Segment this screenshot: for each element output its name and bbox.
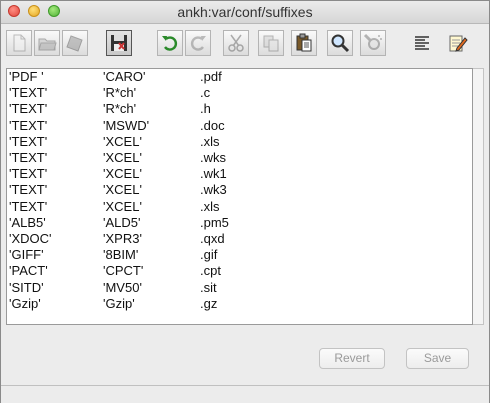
extension: .gz <box>200 295 218 311</box>
type-code: 'R*ch' <box>103 101 137 117</box>
new-button[interactable] <box>6 30 32 56</box>
undo-icon <box>162 36 178 51</box>
creator-code: 'GIFF' <box>9 247 44 263</box>
type-code: 'MSWD' <box>103 117 150 133</box>
creator-code: 'PDF ' <box>9 69 44 84</box>
type-code: 'XCEL' <box>103 150 142 165</box>
paste-icon <box>296 33 312 52</box>
cut-icon <box>228 34 244 52</box>
type-code: 'MV50' <box>103 279 142 295</box>
open-button[interactable] <box>34 30 60 56</box>
redo-button[interactable] <box>185 30 211 56</box>
type-code: 'XPR3' <box>103 231 142 246</box>
type-code: 'CARO' <box>103 69 146 84</box>
creator-code: 'SITD' <box>9 279 44 295</box>
extension: .wk3 <box>200 182 227 198</box>
creator-code: 'TEXT' <box>9 101 48 117</box>
extension: .xls <box>200 133 220 149</box>
find-next-button[interactable] <box>360 30 386 56</box>
new-icon <box>13 34 26 52</box>
creator-code: 'PACT' <box>9 263 48 279</box>
creator-code: 'XDOC' <box>9 231 52 246</box>
copy-icon <box>263 35 279 52</box>
extension: .h <box>200 101 211 117</box>
creator-code: 'Gzip' <box>9 295 41 311</box>
type-code: 'XCEL' <box>103 182 142 198</box>
cut-button[interactable] <box>223 30 249 56</box>
type-code: 'XCEL' <box>103 133 142 149</box>
undo-button[interactable] <box>157 30 183 56</box>
creator-code: 'TEXT' <box>9 85 48 101</box>
extension: .doc <box>200 117 225 133</box>
find-button[interactable] <box>327 30 353 56</box>
save-button[interactable] <box>106 30 132 56</box>
type-code: 'R*ch' <box>103 85 137 101</box>
type-code: '8BIM' <box>103 247 139 263</box>
find-next-icon <box>363 33 382 50</box>
creator-code: 'TEXT' <box>9 182 48 198</box>
vertical-scrollbar[interactable] <box>473 68 484 325</box>
close-doc-icon <box>66 35 83 52</box>
extension: .qxd <box>200 231 225 246</box>
creator-code: 'TEXT' <box>9 166 48 182</box>
save-text-button[interactable]: Save <box>406 348 469 369</box>
toolbar <box>1 24 489 60</box>
status-bar <box>1 385 489 403</box>
creator-code: 'TEXT' <box>9 133 48 149</box>
app-window: ankh:var/conf/suffixes 'PDF ' 'CARO' .pd… <box>0 0 490 403</box>
extension: .wk1 <box>200 166 227 182</box>
creator-code: 'TEXT' <box>9 198 48 214</box>
close-doc-button[interactable] <box>62 30 88 56</box>
extension: .wks <box>200 150 226 165</box>
type-code: 'CPCT' <box>103 263 144 279</box>
creator-code: 'ALB5' <box>9 214 46 230</box>
extension: .cpt <box>200 263 221 279</box>
extension: .xls <box>200 198 220 214</box>
edit-note-button[interactable] <box>445 30 471 56</box>
open-icon <box>38 38 57 51</box>
creator-code: 'TEXT' <box>9 117 48 133</box>
window-title: ankh:var/conf/suffixes <box>177 4 313 20</box>
align-left-icon <box>415 36 429 50</box>
revert-button[interactable]: Revert <box>319 348 385 369</box>
title-bar: ankh:var/conf/suffixes <box>1 1 489 24</box>
align-button[interactable] <box>409 30 435 56</box>
extension: .pm5 <box>200 214 229 230</box>
type-code: 'XCEL' <box>103 198 142 214</box>
text-editor[interactable]: 'PDF ' 'CARO' .pdf 'TEXT' 'R*ch' .c 'TEXT' 'R*c… <box>6 68 473 325</box>
type-code: 'ALD5' <box>103 214 141 230</box>
creator-code: 'TEXT' <box>9 150 48 165</box>
redo-icon <box>190 36 206 51</box>
extension: .sit <box>200 279 217 295</box>
save-floppy-icon <box>111 35 127 51</box>
edit-note-icon <box>449 35 468 52</box>
extension: .c <box>200 85 211 101</box>
type-code: 'Gzip' <box>103 295 135 311</box>
paste-button[interactable] <box>291 30 317 56</box>
extension: .pdf <box>200 69 222 84</box>
copy-button[interactable] <box>258 30 284 56</box>
type-code: 'XCEL' <box>103 166 142 182</box>
extension: .gif <box>200 247 218 263</box>
find-icon <box>331 34 350 53</box>
